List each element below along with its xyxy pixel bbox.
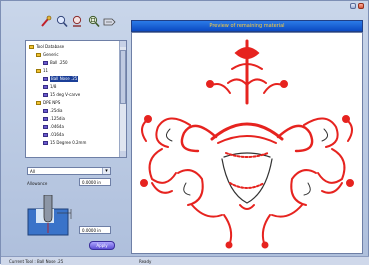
tree-item-label: DPE NPS [43,100,61,105]
tree-item-label: 11 [43,68,49,73]
tree-item-label: .0164a [50,132,64,137]
tree-item-label: 1/8 [50,84,57,89]
folder-icon [29,45,34,49]
scroll-up-icon[interactable] [120,41,126,47]
tree-item-label: 15 deg V-carve [50,92,81,97]
folder-icon [36,53,41,57]
status-state: Ready [139,259,152,264]
tree-scrollbar[interactable] [119,41,126,157]
tree-item-label: .25dia [50,108,63,113]
tool-icon [43,133,48,137]
tree-tool-item[interactable]: .0464a [43,124,64,130]
tree-item-label: 15 Degree 0.2mm [50,140,87,145]
toolbar [39,15,116,28]
tree-item-label: Generic [43,52,59,57]
probe-icon[interactable] [39,15,52,28]
cutter-icon[interactable] [103,15,116,28]
preview-title-bar: Preview of remaining material [131,20,363,32]
tree-tool-item[interactable]: 15 deg V-carve [43,92,80,98]
tree-item-label: .125dia [50,116,66,121]
stock-icon[interactable] [71,15,84,28]
apply-button[interactable]: Apply [89,241,115,250]
tree-tool-item[interactable]: Ball .250 [43,60,68,66]
tree-folder-item[interactable]: 11 [36,68,48,74]
allowance-label: Allowance [27,181,48,186]
app-window: Tool Database Generic Ball .250 11 Ball Nose… [0,0,369,265]
tool-diagram-icon [27,194,75,237]
tree-tool-item[interactable]: .25dia [43,108,62,114]
tree-tool-item[interactable]: .125dia [43,116,65,122]
tree-tool-item[interactable]: .0164a [43,132,64,138]
tree-folder-item[interactable]: Generic [36,52,59,58]
tool-icon [43,77,48,81]
material-filter-select[interactable]: All ▾ [27,167,111,175]
preview-title: Preview of remaining material [209,23,285,29]
tool-icon [43,93,48,97]
tool-icon [43,61,48,65]
scroll-down-icon[interactable] [120,151,126,157]
tree-item-label: Tool Database [36,44,65,49]
status-current-tool: Current Tool : Ball Nose .25 [9,259,64,264]
tool-tree[interactable]: Tool Database Generic Ball .250 11 Ball Nose… [25,40,127,158]
tree-tool-item[interactable]: 15 Degree 0.2mm [43,140,86,146]
tree-item-label: .0464a [50,124,64,129]
chevron-down-icon[interactable]: ▾ [102,168,110,174]
close-icon[interactable] [358,3,364,9]
folder-icon [36,101,41,105]
combo-value: All [30,169,35,174]
minimize-icon[interactable] [350,3,356,9]
tool-icon [43,125,48,129]
title-bar [1,1,369,9]
tool-icon [43,85,48,89]
dimension-input[interactable]: 0.0000 in [79,226,111,234]
zoom-fit-icon[interactable] [87,15,100,28]
tool-icon [43,117,48,121]
tree-folder-item[interactable]: DPE NPS [36,100,60,106]
preview-canvas[interactable] [131,32,363,254]
tool-icon [43,141,48,145]
folder-icon [36,69,41,73]
scroll-thumb[interactable] [120,50,126,104]
tool-icon [43,109,48,113]
tree-tool-item[interactable]: 1/8 [43,84,56,90]
tree-item-label: Ball .250 [50,60,68,65]
tree-tool-item[interactable]: Ball Nose .25 [43,76,79,82]
allowance-input[interactable]: 0.0000 in [79,178,111,186]
zoom-icon[interactable] [55,15,68,28]
tree-item-label: Ball Nose .25 [50,76,79,82]
tree-folder-item[interactable]: Tool Database [29,44,64,50]
